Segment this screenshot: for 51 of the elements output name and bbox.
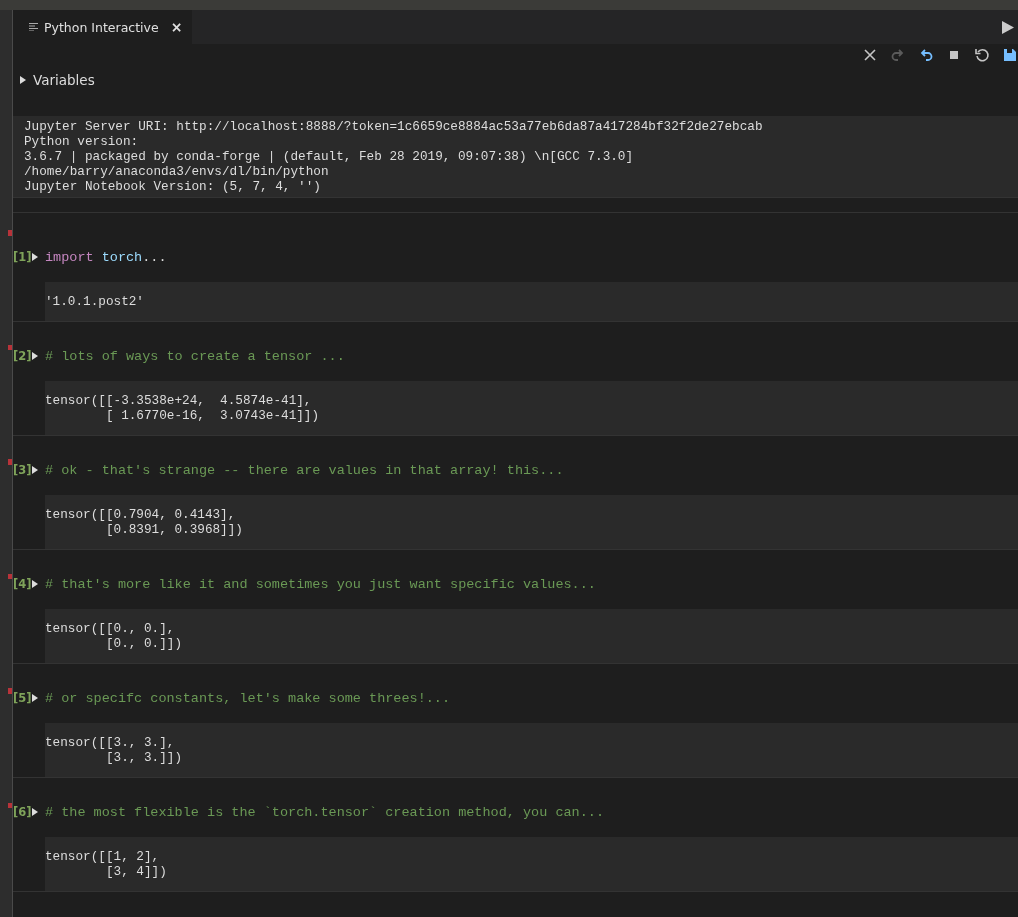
output-text: tensor([[0., 0.], (45, 621, 176, 636)
output-text: tensor([[-3.3538e+24, 4.5874e-41], (45, 393, 313, 408)
execution-count: [3] (13, 463, 31, 477)
list-icon (29, 23, 38, 31)
collapse-arrow-icon[interactable] (31, 693, 39, 703)
output-text: [3, 4]]) (104, 864, 168, 879)
output-text: [0., 0.]]) (104, 636, 184, 651)
output-text: tensor([[3., 3.], (45, 735, 176, 750)
editor-tab[interactable]: Python Interactive × (13, 10, 193, 44)
output-text: /home/barry/anaconda3/envs/dl/bin/python (24, 164, 330, 179)
output-text: [3., 3.]]) (104, 750, 184, 765)
clear-all-icon[interactable] (862, 47, 878, 63)
change-marker (8, 573, 12, 579)
change-marker (8, 344, 12, 350)
output-text: Jupyter Notebook Version: (5, 7, 4, '') (24, 179, 322, 194)
execution-count: [1] (13, 250, 31, 264)
collapse-arrow-icon[interactable] (31, 807, 39, 817)
collapse-arrow-icon[interactable] (31, 465, 39, 475)
output-text: Jupyter Server URI: http://localhost:8888/?token=1c6659ce8884ac53a77eb6da87a417284bf32f2de27ebcab (24, 119, 764, 134)
output-text: tensor([[1, 2], (45, 849, 161, 864)
code-line: # lots of ways to create a tensor ... (45, 348, 345, 364)
change-marker (8, 230, 12, 236)
output-text: [0.8391, 0.3968]]) (104, 522, 244, 537)
run-icon[interactable] (1002, 20, 1014, 34)
execution-count: [2] (13, 349, 31, 363)
restart-icon[interactable] (974, 47, 990, 63)
close-tab-button[interactable]: × (170, 19, 183, 35)
execution-count: [5] (13, 691, 31, 705)
change-marker (8, 802, 12, 808)
output-text: Python version: (24, 134, 140, 149)
output-text: [ 1.6770e-16, 3.0743e-41]]) (104, 408, 321, 423)
undo-icon[interactable] (918, 47, 934, 63)
save-icon[interactable] (1002, 47, 1018, 63)
variables-label[interactable]: Variables (33, 72, 95, 88)
collapse-arrow-icon[interactable] (31, 252, 39, 262)
code-line: # ok - that's strange -- there are values in that array! this... (45, 462, 564, 478)
code-line: import torch... (45, 249, 167, 265)
expand-arrow-icon[interactable] (19, 75, 27, 85)
code-line: # or specifc constants, let's make some threes!... (45, 690, 451, 706)
tab-title: Python Interactive (44, 19, 159, 35)
collapse-arrow-icon[interactable] (31, 579, 39, 589)
change-marker (8, 459, 12, 465)
output-text: tensor([[0.7904, 0.4143], (45, 507, 237, 522)
output-text: 3.6.7 | packaged by conda-forge | (default, Feb 28 2019, 09:07:38) \n[GCC 7.3.0] (24, 149, 635, 164)
change-marker (8, 688, 12, 694)
code-line: # the most flexible is the `torch.tensor` creation method, you can... (45, 804, 604, 820)
output-text: '1.0.1.post2' (45, 294, 145, 309)
execution-count: [4] (13, 577, 31, 591)
collapse-arrow-icon[interactable] (31, 351, 39, 361)
code-line: # that's more like it and sometimes you just want specific values... (45, 576, 596, 592)
execution-count: [6] (13, 805, 31, 819)
